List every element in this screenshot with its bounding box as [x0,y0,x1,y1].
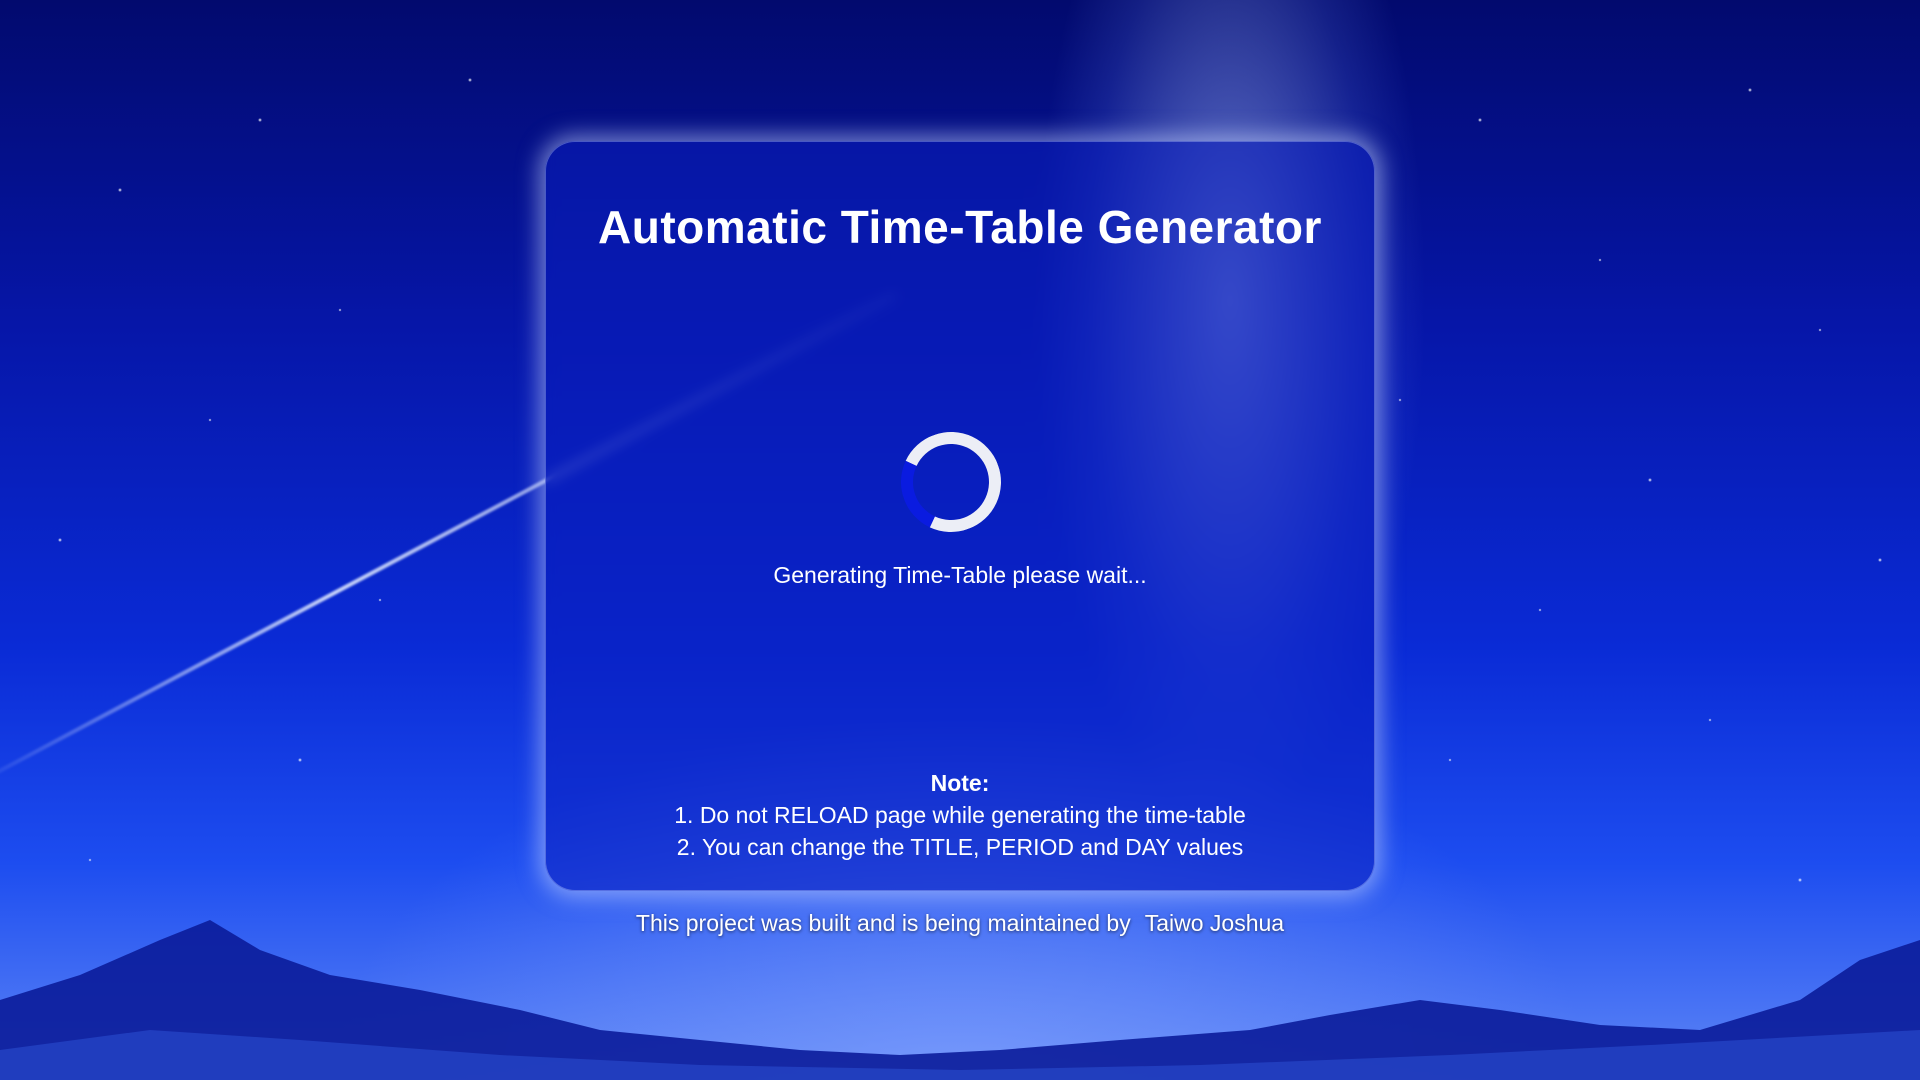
loading-spinner-icon [886,417,1016,547]
note-item: 2. You can change the TITLE, PERIOD and … [676,834,1244,860]
generator-card: Automatic Time-Table Generator Generatin… [545,141,1375,891]
page-title: Automatic Time-Table Generator [598,201,1322,253]
footer: This project was built and is being main… [0,910,1920,937]
author-link[interactable]: Taiwo Joshua [1145,910,1284,936]
loading-message: Generating Time-Table please wait... [773,562,1147,588]
note-list: 1. Do not RELOAD page while generating t… [546,799,1374,863]
note-heading: Note: [930,770,990,796]
footer-credit-text: This project was built and is being main… [635,910,1131,936]
note-item: 1. Do not RELOAD page while generating t… [674,802,1246,828]
note-section: Note: 1. Do not RELOAD page while genera… [546,767,1374,863]
